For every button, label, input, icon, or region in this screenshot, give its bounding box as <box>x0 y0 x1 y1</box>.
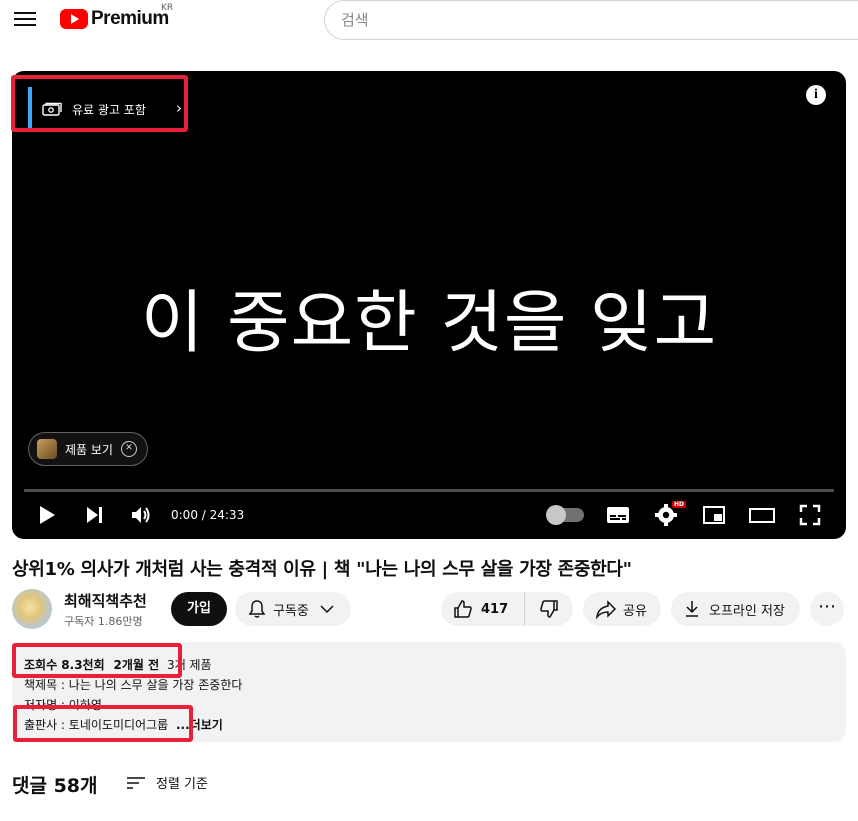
download-button[interactable]: 오프라인 저장 <box>671 592 800 626</box>
dislike-button[interactable] <box>525 592 573 626</box>
channel-avatar[interactable] <box>12 589 52 629</box>
sort-button[interactable]: 정렬 기준 <box>126 773 208 792</box>
download-label: 오프라인 저장 <box>709 603 785 619</box>
thumbs-down-icon <box>540 600 558 618</box>
miniplayer-icon[interactable] <box>702 503 726 527</box>
subtitles-icon[interactable] <box>606 503 630 527</box>
sort-icon <box>127 776 145 789</box>
paid-promotion-icon <box>42 102 62 116</box>
view-products-chip[interactable]: 제품 보기 ✕ <box>28 432 148 466</box>
share-label: 공유 <box>623 603 647 619</box>
description-publisher-line: 출판사 : 토네이도미디어그룹 ...더보기 <box>24 716 223 733</box>
chevron-down-icon <box>320 605 334 614</box>
subscribed-button[interactable]: 구독중 <box>235 592 351 626</box>
like-count: 417 <box>481 601 509 617</box>
bell-icon <box>248 600 266 618</box>
join-button[interactable]: 가입 <box>171 592 227 626</box>
subscriber-count: 구독자 1.86만명 <box>64 615 143 628</box>
next-icon[interactable] <box>84 503 106 527</box>
youtube-play-logo-icon <box>60 9 88 29</box>
logo-text: Premium <box>91 8 169 29</box>
chevron-right-icon: › <box>176 99 182 117</box>
paid-promotion-label: 유료 광고 포함 <box>72 103 146 117</box>
more-actions-icon[interactable]: ⋯ <box>810 592 844 626</box>
volume-icon[interactable] <box>130 503 154 527</box>
video-caption: 이 중요한 것을 잊고 <box>140 284 718 363</box>
play-icon[interactable] <box>36 503 58 527</box>
description-publisher: 출판사 : 토네이도미디어그룹 <box>24 718 169 732</box>
menu-icon[interactable] <box>14 8 36 28</box>
share-button[interactable]: 공유 <box>583 592 661 626</box>
close-icon[interactable]: ✕ <box>120 441 137 457</box>
video-title: 상위1% 의사가 개처럼 사는 충격적 이유 | 책 "나는 나의 스무 살을 … <box>12 559 632 580</box>
video-player[interactable]: 유료 광고 포함 › i 이 중요한 것을 잊고 제품 보기 ✕ 0:00 / … <box>12 71 846 539</box>
description-box[interactable]: 조회수 8.3천회 2개월 전 3개 제품 책제목 : 나는 나의 스무 살을 … <box>12 642 846 742</box>
info-icon[interactable]: i <box>806 85 826 105</box>
download-icon <box>686 601 698 617</box>
time-display: 0:00 / 24:33 <box>171 508 245 522</box>
description-book-title: 책제목 : 나는 나의 스무 살을 가장 존중한다 <box>24 678 243 692</box>
description-meta-line: 조회수 8.3천회 2개월 전 3개 제품 <box>24 656 212 673</box>
share-icon <box>596 600 617 619</box>
fullscreen-icon[interactable] <box>798 503 822 527</box>
progress-bar[interactable] <box>24 489 834 492</box>
subscribed-label: 구독중 <box>273 603 309 619</box>
view-products-label: 제품 보기 <box>65 442 113 457</box>
youtube-premium-logo[interactable]: Premium <box>60 8 169 30</box>
product-thumbnail <box>37 439 57 459</box>
autoplay-toggle[interactable] <box>546 505 584 525</box>
logo-country-code: KR <box>161 3 174 13</box>
search-box[interactable] <box>324 0 858 40</box>
hd-badge: HD <box>672 501 687 508</box>
like-dislike-group: 417 <box>441 592 573 626</box>
products-count[interactable]: 3개 제품 <box>167 658 212 672</box>
like-button[interactable]: 417 <box>441 592 525 626</box>
comments-count: 댓글 58개 <box>12 775 98 797</box>
show-more-link[interactable]: ...더보기 <box>176 718 223 732</box>
view-count: 조회수 8.3천회 <box>24 658 105 672</box>
paid-promotion-badge[interactable]: 유료 광고 포함 › <box>28 87 190 131</box>
search-input[interactable] <box>341 11 858 29</box>
upload-date: 2개월 전 <box>113 658 160 672</box>
ad-accent-bar <box>28 87 32 131</box>
thumbs-up-icon <box>454 600 472 618</box>
sort-label: 정렬 기준 <box>156 777 208 792</box>
description-author: 저자명 : 이하영 <box>24 698 102 712</box>
channel-name[interactable]: 최해직책추천 <box>64 590 147 611</box>
theater-mode-icon[interactable] <box>748 503 776 527</box>
